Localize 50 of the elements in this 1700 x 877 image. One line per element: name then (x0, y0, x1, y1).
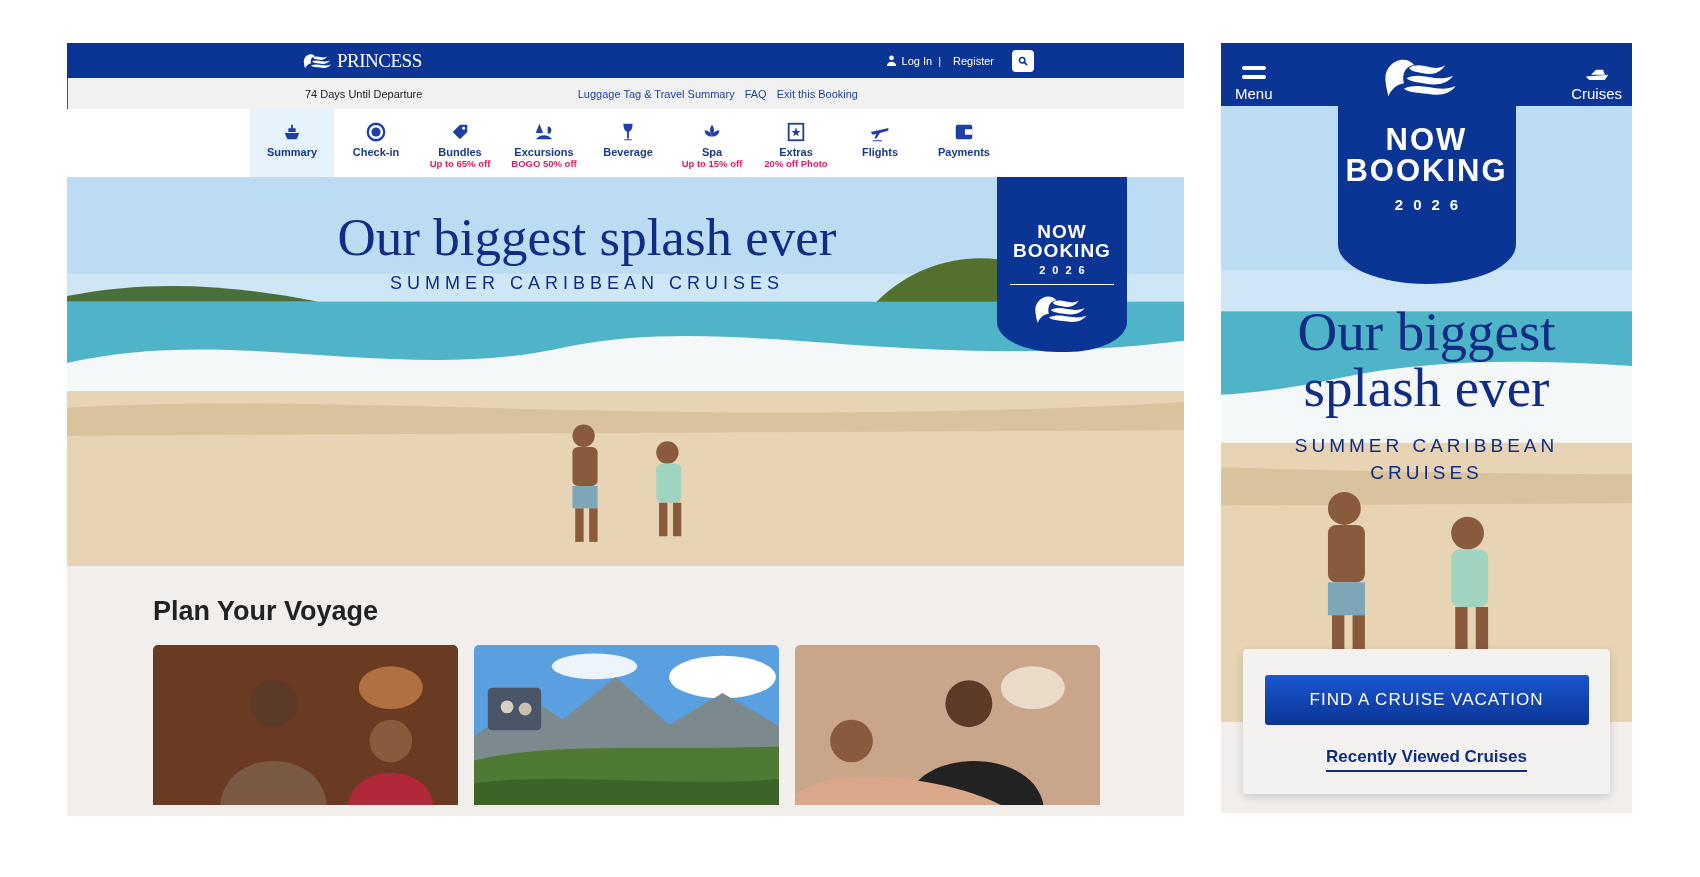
nav-tab[interactable]: Spa Up to 15% off (670, 109, 754, 177)
banner-heading: BOOKING (1345, 155, 1508, 186)
nav-label: Check-in (352, 146, 400, 158)
menu-button[interactable]: Menu (1235, 65, 1273, 102)
promo-text: 20% off Photo (764, 158, 828, 169)
nav-label: Extras (779, 146, 813, 158)
register-link[interactable]: Register (953, 54, 994, 67)
brand-name: PRINCESS (337, 49, 422, 72)
hero-headline: Our biggest splash ever (337, 207, 837, 267)
hero-headline: Our biggest splash ever (1296, 304, 1557, 416)
banner-heading: BOOKING (1013, 241, 1111, 260)
nav-label: Flights (861, 146, 899, 158)
nav-label: Bundles (438, 146, 482, 158)
nav-label: Excursions (514, 146, 574, 158)
nav-tab[interactable]: Summary (250, 109, 334, 177)
waves-logo-icon (303, 51, 333, 70)
nav-tab[interactable]: Check-in (334, 109, 418, 177)
section-title: Plan Your Voyage (153, 596, 380, 627)
nav-tab[interactable]: Payments (922, 109, 1006, 177)
separator: | (938, 54, 942, 67)
person-icon (886, 55, 896, 66)
search-button[interactable] (1012, 49, 1034, 72)
booking-link[interactable]: FAQ (744, 87, 767, 100)
promo-text: BOGO 50% off (511, 158, 577, 169)
cruises-button[interactable]: Cruises (1571, 65, 1622, 102)
nav-label: Beverage (603, 146, 653, 158)
banner-year: 2026 (1393, 196, 1469, 213)
nav-tab[interactable]: Flights (838, 109, 922, 177)
banner-heading: NOW (1385, 124, 1468, 155)
recently-viewed-link[interactable]: Recently Viewed Cruises (1326, 747, 1527, 772)
nav-label: Summary (266, 146, 318, 158)
booking-link[interactable]: Exit this Booking (776, 87, 858, 100)
banner-year: 2026 (1038, 264, 1092, 276)
find-cruise-button[interactable]: FIND A CRUISE VACATION (1264, 675, 1589, 725)
nav-tab[interactable]: Bundles Up to 65% off (418, 109, 502, 177)
hero-subline: SUMMER CARIBBEAN CRUISES (1293, 434, 1560, 485)
star-frame-icon (785, 121, 807, 143)
booking-link[interactable]: Luggage Tag & Travel Summary (577, 87, 735, 100)
nav-tab[interactable]: Beverage (586, 109, 670, 177)
nav-tab[interactable]: Extras 20% off Photo (754, 109, 838, 177)
countdown-text: 74 Days Until Departure (305, 87, 423, 100)
nav-label: Payments (938, 146, 990, 158)
nav-label: Spa (701, 146, 723, 158)
banner-heading: NOW (1037, 222, 1087, 241)
promo-text: Up to 65% off (429, 158, 491, 169)
login-link[interactable]: Log In (901, 54, 933, 67)
nav-tab[interactable]: Excursions BOGO 50% off (502, 109, 586, 177)
search-icon (1018, 55, 1028, 66)
hero-subline: SUMMER CARIBBEAN CRUISES (389, 273, 784, 294)
promo-text: Up to 15% off (681, 158, 743, 169)
